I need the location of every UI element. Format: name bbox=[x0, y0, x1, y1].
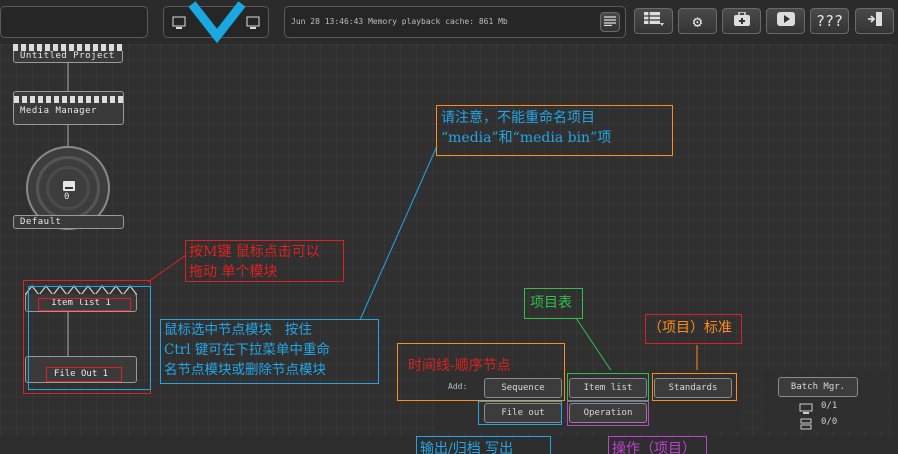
select-note: 鼠标选中节点模块 按住 Ctrl 键可在下拉菜单中重命 名节点模块或删除节点模块 bbox=[160, 319, 379, 384]
monitor-icon bbox=[799, 400, 813, 414]
file-out-highlight bbox=[478, 401, 562, 425]
item-table-note: 项目表 bbox=[524, 288, 583, 319]
default-node-label[interactable]: Default bbox=[13, 215, 124, 229]
project-node[interactable]: Untitled Project bbox=[13, 44, 123, 63]
rename-note: 请注意，不能重命名项目 “media”和“media bin”项 bbox=[436, 105, 673, 156]
filmstrip-icon bbox=[13, 44, 123, 51]
drag-note-line2: 拖动 单个模块 bbox=[189, 264, 278, 280]
storage-count: 0 bbox=[64, 192, 70, 202]
drag-note: 按M键 鼠标点击可以 拖动 单个模块 bbox=[185, 240, 344, 282]
media-manager-node[interactable]: Media Manager bbox=[13, 91, 124, 125]
batch-count-2: 0/0 bbox=[821, 417, 838, 427]
item-label-highlight bbox=[38, 298, 131, 311]
fileout-label-highlight bbox=[46, 367, 122, 382]
project-node-label: Untitled Project bbox=[13, 51, 123, 63]
operation-highlight bbox=[567, 401, 649, 426]
select-note-line3: 名节点模块或删除节点模块 bbox=[164, 362, 326, 378]
item-list-highlight bbox=[567, 373, 649, 401]
server-stack-icon bbox=[799, 415, 813, 430]
standard-note: （项目）标准 bbox=[645, 314, 742, 344]
operation-note: 操作（项目） bbox=[608, 436, 707, 454]
batch-count-1: 0/1 bbox=[821, 401, 838, 411]
select-note-line1: 鼠标选中节点模块 按住 bbox=[164, 322, 312, 338]
batch-manager-button[interactable]: Batch Mgr. bbox=[778, 377, 858, 397]
drive-icon bbox=[63, 176, 75, 191]
timeline-note: 时间线-顺序节点 bbox=[397, 343, 565, 401]
media-manager-label: Media Manager bbox=[20, 106, 97, 116]
drag-note-line1: 按M键 鼠标点击可以 bbox=[189, 244, 320, 260]
rename-note-line1: 请注意，不能重命名项目 bbox=[441, 110, 595, 126]
output-note: 输出/归档 写出 bbox=[416, 436, 551, 454]
rename-note-line2: “media”和“media bin”项 bbox=[441, 130, 612, 146]
standards-highlight bbox=[652, 373, 737, 401]
filmstrip-icon bbox=[14, 96, 123, 103]
select-note-line2: Ctrl 键可在下拉菜单中重命 bbox=[164, 342, 330, 358]
